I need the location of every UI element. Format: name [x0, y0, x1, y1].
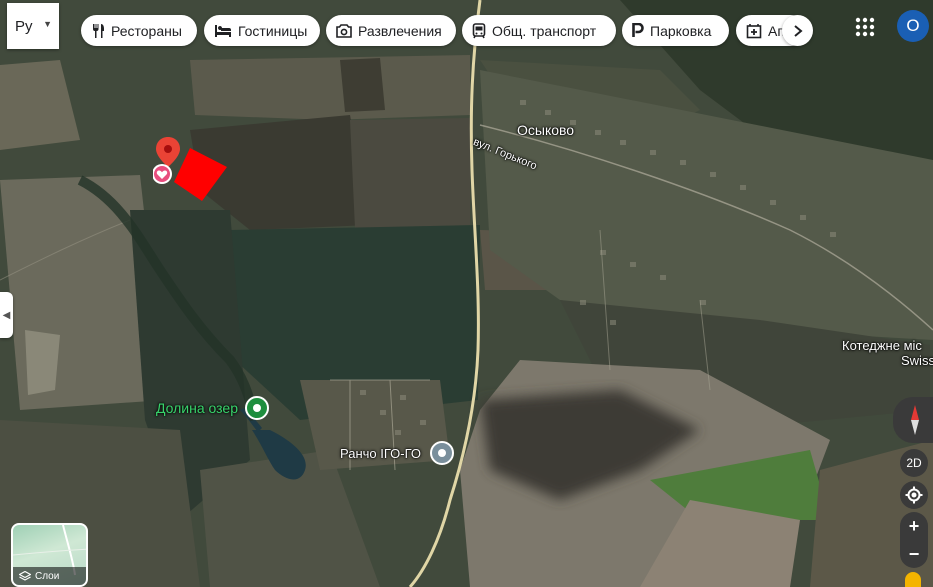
chevron-right-icon	[793, 24, 803, 37]
chip-parking[interactable]: Парковка	[622, 15, 729, 46]
view-mode-toggle[interactable]: 2D	[900, 449, 928, 477]
apps-grid-icon[interactable]	[852, 14, 878, 40]
camera-icon	[336, 23, 352, 38]
label-cottage-sub[interactable]: Swiss	[901, 353, 933, 368]
hotel-icon	[215, 24, 231, 37]
layers-switcher[interactable]: Слои	[11, 523, 88, 587]
layers-label-bar: Слои	[13, 567, 86, 585]
red-location-pin-icon[interactable]	[153, 135, 183, 187]
chips-next-button[interactable]	[782, 15, 813, 46]
label-village: Осыково	[517, 122, 575, 138]
search-value: Ру	[15, 17, 33, 35]
chip-label: Гостиницы	[238, 22, 308, 39]
zoom-in-button[interactable]: +	[900, 512, 928, 540]
compass-control[interactable]	[893, 397, 933, 443]
chip-label: Парковка	[650, 22, 712, 39]
caret-left-icon: ◀	[2, 309, 11, 321]
zoom-out-button[interactable]: −	[900, 540, 928, 568]
chip-hotels[interactable]: Гостиницы	[204, 15, 320, 46]
pegman-icon[interactable]	[905, 572, 921, 587]
label-lakes-valley[interactable]: Долина озер	[156, 400, 238, 416]
parking-icon	[632, 23, 644, 37]
chip-label: Рестораны	[111, 22, 182, 39]
compass-icon	[911, 405, 919, 435]
satellite-map[interactable]	[0, 0, 933, 587]
pharmacy-icon	[746, 23, 762, 38]
chip-entertainment[interactable]: Развлечения	[326, 15, 456, 46]
my-location-button[interactable]	[900, 481, 928, 509]
zoom-control: + −	[900, 512, 928, 568]
location-target-icon	[905, 486, 923, 504]
label-ranch[interactable]: Ранчо ІГО-ГО	[340, 446, 421, 461]
account-avatar[interactable]: О	[897, 10, 929, 42]
layers-label: Слои	[35, 570, 60, 582]
transit-icon	[472, 22, 486, 38]
search-input[interactable]: Ру ▼	[7, 3, 59, 49]
restaurant-icon	[93, 23, 104, 38]
chip-label: Развлечения	[358, 22, 442, 39]
label-cottage-town[interactable]: Котеджне міс	[842, 338, 922, 353]
park-pin-icon[interactable]	[245, 396, 269, 420]
layers-icon	[19, 571, 31, 581]
chip-label: Общ. транспорт	[492, 22, 597, 39]
place-pin-icon[interactable]	[430, 441, 454, 465]
dropdown-caret-icon[interactable]: ▼	[43, 19, 52, 29]
chip-transit[interactable]: Общ. транспорт	[462, 15, 616, 46]
chip-restaurants[interactable]: Рестораны	[81, 15, 197, 46]
collapse-panel-button[interactable]: ◀	[0, 292, 13, 338]
